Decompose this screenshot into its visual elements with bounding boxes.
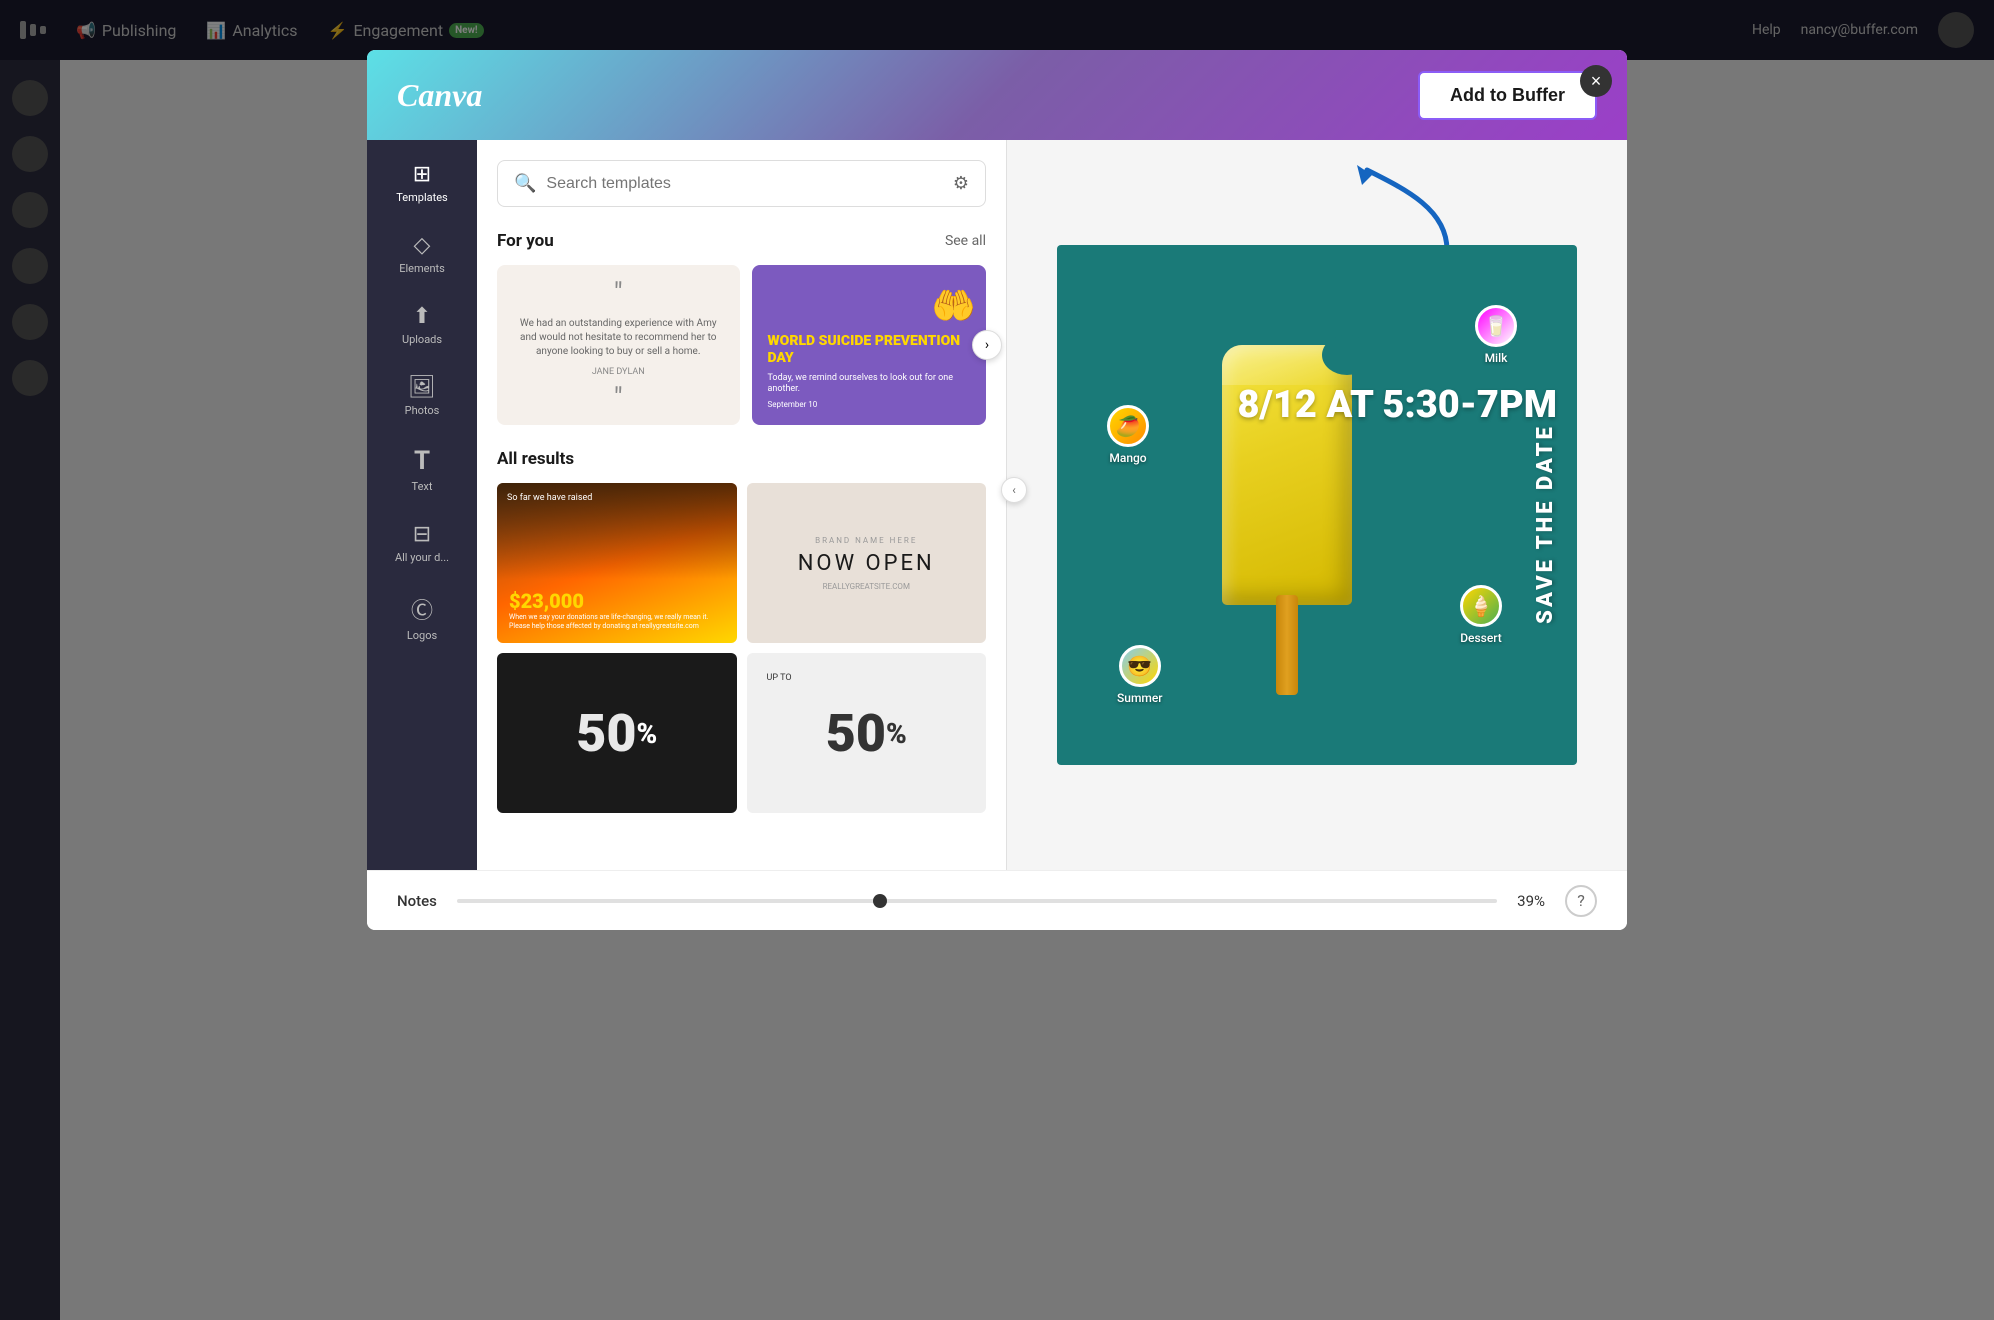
result-card-fire[interactable]: So far we have raised $23,000 When we sa… bbox=[497, 483, 737, 643]
result-card-50-light[interactable]: UP TO 50 % bbox=[747, 653, 987, 813]
fire-subtext: When we say your donations are life-chan… bbox=[509, 613, 725, 631]
sidebar-item-photos-label: Photos bbox=[405, 404, 440, 417]
sidebar-item-elements-label: Elements bbox=[399, 262, 445, 275]
modal-bottom-bar: Notes 39% ? bbox=[367, 870, 1627, 930]
allyourd-icon: ⊟ bbox=[413, 522, 431, 547]
brand-label: BRAND NAME HERE bbox=[815, 536, 917, 545]
for-you-section-header: For you See all bbox=[497, 231, 986, 251]
modal-header: Canva Add to Buffer bbox=[367, 50, 1627, 140]
quote-close: " bbox=[614, 381, 623, 414]
content-area: 🔍 ⚙ For you See all " We had an outstand… bbox=[477, 140, 1006, 870]
preview-image: 🥛 Milk 🥭 Mango bbox=[1057, 245, 1577, 765]
template-card-world-suicide[interactable]: 🤲 WORLD SUICIDE PREVENTION DAY Today, we… bbox=[752, 265, 987, 425]
sidebar-item-uploads[interactable]: ⬆ Uploads bbox=[367, 292, 477, 358]
add-to-buffer-button[interactable]: Add to Buffer bbox=[1418, 71, 1597, 120]
now-open-text: NOW OPEN bbox=[798, 551, 935, 576]
popsicle-bite bbox=[1322, 335, 1372, 375]
modal-body: ⊞ Templates ◇ Elements ⬆ Uploads 🖼 Photo… bbox=[367, 140, 1627, 870]
sidebar-item-allyourd-label: All your d... bbox=[395, 551, 449, 564]
popsicle-container: 🥛 Milk 🥭 Mango bbox=[1057, 245, 1577, 765]
search-bar: 🔍 ⚙ bbox=[497, 160, 986, 207]
results-grid: So far we have raised $23,000 When we sa… bbox=[497, 483, 986, 813]
sidebar-item-elements[interactable]: ◇ Elements bbox=[367, 221, 477, 287]
milk-circle: 🥛 bbox=[1475, 305, 1517, 347]
fifty-dark-text: 50 bbox=[576, 703, 636, 764]
milk-label: Milk bbox=[1485, 351, 1508, 365]
ingredient-milk: 🥛 Milk bbox=[1475, 305, 1517, 365]
sidebar-item-templates-label: Templates bbox=[396, 191, 447, 204]
photos-icon: 🖼 bbox=[408, 375, 436, 400]
save-the-date-text: SAVE THE DATE bbox=[1535, 424, 1557, 624]
templates-icon: ⊞ bbox=[413, 162, 431, 187]
all-results-section-header: All results bbox=[497, 449, 986, 469]
sidebar-item-logos-label: Logos bbox=[407, 629, 437, 642]
template-card-quote[interactable]: " We had an outstanding experience with … bbox=[497, 265, 740, 425]
filter-icon[interactable]: ⚙ bbox=[953, 173, 969, 194]
canva-modal: × Canva Add to Buffer ⊞ Templates ◇ Elem… bbox=[367, 50, 1627, 930]
fifty-light-text: 50 bbox=[826, 703, 886, 764]
ingredient-mango: 🥭 Mango bbox=[1107, 405, 1149, 465]
sidebar-item-templates[interactable]: ⊞ Templates bbox=[367, 150, 477, 216]
result-card-50-dark[interactable]: 50 % bbox=[497, 653, 737, 813]
mango-label: Mango bbox=[1109, 451, 1146, 465]
progress-thumb[interactable] bbox=[873, 894, 887, 908]
ws-subtitle: Today, we remind ourselves to look out f… bbox=[768, 373, 971, 396]
sidebar-item-text-label: Text bbox=[412, 480, 433, 493]
canva-logo: Canva bbox=[397, 77, 482, 114]
mango-circle: 🥭 bbox=[1107, 405, 1149, 447]
search-icon: 🔍 bbox=[514, 173, 536, 194]
left-panel: ⊞ Templates ◇ Elements ⬆ Uploads 🖼 Photo… bbox=[367, 140, 1007, 870]
hands-emoji: 🤲 bbox=[931, 285, 976, 327]
divider-collapse-arrow[interactable]: ‹ bbox=[1001, 477, 1027, 503]
zoom-percent: 39% bbox=[1517, 892, 1545, 910]
elements-icon: ◇ bbox=[414, 233, 431, 258]
notes-label: Notes bbox=[397, 892, 437, 910]
ws-date: September 10 bbox=[768, 400, 818, 409]
for-you-title: For you bbox=[497, 231, 554, 251]
close-button[interactable]: × bbox=[1580, 65, 1612, 97]
quote-text: We had an outstanding experience with Am… bbox=[517, 317, 720, 359]
sidebar-item-uploads-label: Uploads bbox=[402, 333, 442, 346]
sidebar-item-text[interactable]: T Text bbox=[367, 434, 477, 505]
all-results-title: All results bbox=[497, 449, 574, 469]
help-button[interactable]: ? bbox=[1565, 885, 1597, 917]
summer-label: Summer bbox=[1117, 691, 1163, 705]
sidebar-item-logos[interactable]: Ⓒ Logos bbox=[367, 581, 477, 654]
pct-light: % bbox=[886, 717, 907, 750]
fire-top-text: So far we have raised bbox=[507, 493, 592, 503]
dessert-label: Dessert bbox=[1460, 631, 1502, 645]
see-all-link[interactable]: See all bbox=[945, 233, 986, 249]
summer-circle: 😎 bbox=[1119, 645, 1161, 687]
uploads-icon: ⬆ bbox=[413, 304, 431, 329]
pct-dark: % bbox=[636, 717, 657, 750]
sidebar-item-allyourd[interactable]: ⊟ All your d... bbox=[367, 510, 477, 576]
fire-amount: $23,000 bbox=[509, 589, 725, 613]
canva-sidebar: ⊞ Templates ◇ Elements ⬆ Uploads 🖼 Photo… bbox=[367, 140, 477, 870]
up-to-text: UP TO bbox=[767, 673, 792, 683]
quote-author: JANE DYLAN bbox=[592, 367, 645, 377]
carousel-next-arrow[interactable]: › bbox=[972, 330, 1002, 360]
search-input[interactable] bbox=[546, 175, 942, 193]
result-card-nowopen[interactable]: BRAND NAME HERE NOW OPEN REALLYGREATSITE… bbox=[747, 483, 987, 643]
for-you-cards: " We had an outstanding experience with … bbox=[497, 265, 986, 425]
sidebar-item-photos[interactable]: 🖼 Photos bbox=[367, 363, 477, 429]
progress-track[interactable] bbox=[457, 899, 1497, 903]
logos-icon: Ⓒ bbox=[411, 593, 433, 625]
preview-panel: 🥛 Milk 🥭 Mango bbox=[1007, 140, 1627, 870]
save-date-text-area: 8/12 AT 5:30-7PM SAVE THE DATE bbox=[1237, 386, 1557, 624]
ws-title: WORLD SUICIDE PREVENTION DAY bbox=[768, 333, 971, 367]
quote-open: " bbox=[614, 276, 623, 309]
website-label: REALLYGREATSITE.COM bbox=[823, 582, 910, 591]
text-icon: T bbox=[414, 446, 430, 476]
date-text: 8/12 AT 5:30-7PM bbox=[1237, 386, 1557, 424]
ingredient-summer: 😎 Summer bbox=[1117, 645, 1163, 705]
